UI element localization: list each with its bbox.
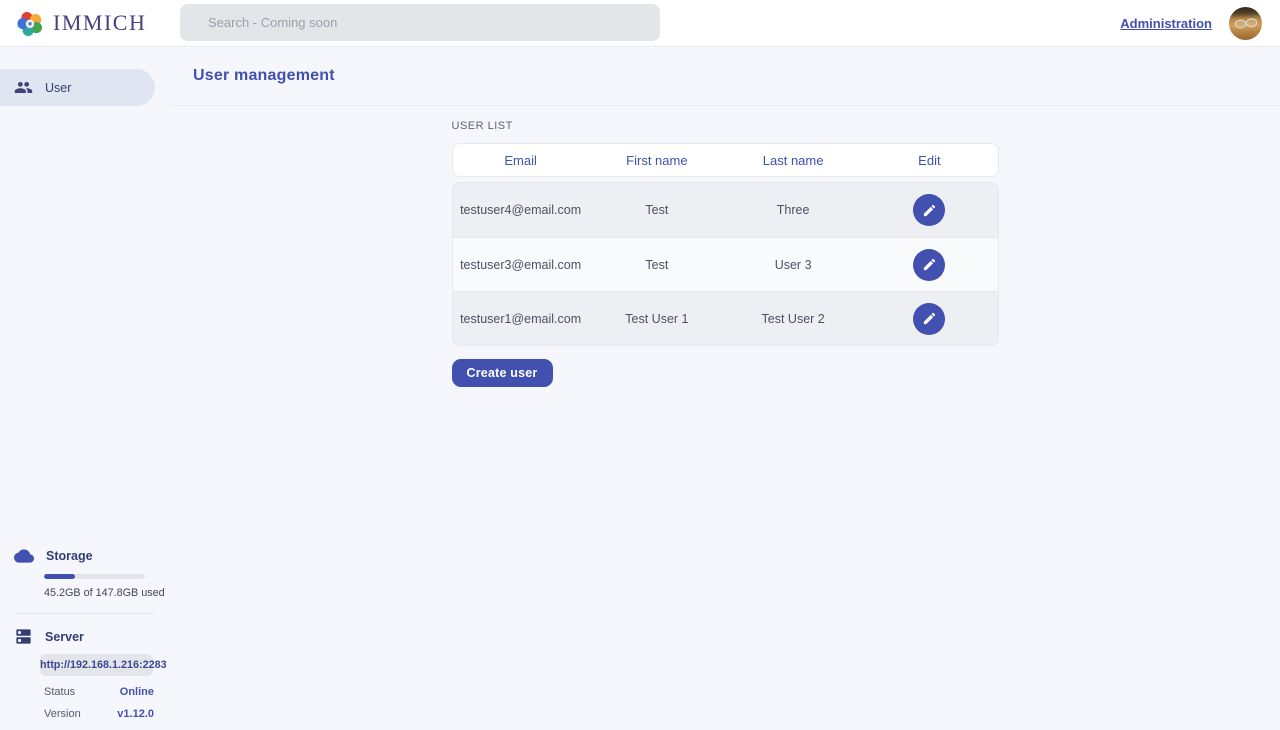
status-value: Online — [120, 686, 154, 698]
storage-section-header: Storage — [0, 546, 170, 566]
storage-progress-bar — [44, 574, 145, 579]
version-value: v1.12.0 — [117, 708, 154, 720]
users-icon — [14, 78, 33, 97]
storage-progress-fill — [44, 574, 75, 579]
user-avatar[interactable] — [1229, 7, 1262, 40]
pencil-icon — [922, 203, 937, 218]
sidebar: User Storage 45.2GB of 147.8GB used Serv… — [0, 47, 170, 730]
user-table: testuser4@email.com Test Three testuser3… — [452, 182, 999, 346]
sidebar-divider — [14, 613, 155, 614]
server-url-chip: http://192.168.1.216:2283 — [40, 654, 153, 676]
edit-user-button[interactable] — [913, 249, 945, 281]
user-list-label: USER LIST — [452, 120, 999, 132]
cell-email: testuser4@email.com — [453, 203, 589, 217]
pencil-icon — [922, 311, 937, 326]
col-header-email: Email — [453, 153, 589, 168]
administration-link[interactable]: Administration — [1120, 16, 1212, 31]
cell-last-name: User 3 — [725, 258, 861, 272]
server-title: Server — [45, 630, 84, 644]
top-bar: IMMICH Administration — [0, 0, 1280, 47]
server-icon — [14, 627, 33, 646]
main-content: User management USER LIST Email First na… — [170, 47, 1280, 730]
cell-email: testuser1@email.com — [453, 312, 589, 326]
brand[interactable]: IMMICH — [0, 10, 146, 37]
sidebar-item-user[interactable]: User — [0, 69, 155, 106]
col-header-first-name: First name — [589, 153, 725, 168]
immich-logo-icon — [17, 10, 44, 37]
table-row: testuser3@email.com Test User 3 — [453, 237, 998, 291]
cloud-icon — [14, 546, 34, 566]
pencil-icon — [922, 257, 937, 272]
col-header-last-name: Last name — [725, 153, 861, 168]
cell-first-name: Test — [589, 203, 725, 217]
server-section-header: Server — [0, 627, 170, 646]
table-header-row: Email First name Last name Edit — [452, 143, 999, 177]
brand-name: IMMICH — [53, 10, 146, 36]
cell-first-name: Test — [589, 258, 725, 272]
status-label: Status — [44, 686, 75, 698]
table-row: testuser1@email.com Test User 1 Test Use… — [453, 291, 998, 345]
storage-used-text: 45.2GB of 147.8GB used — [44, 587, 170, 599]
cell-first-name: Test User 1 — [589, 312, 725, 326]
storage-title: Storage — [46, 549, 93, 563]
edit-user-button[interactable] — [913, 194, 945, 226]
server-status-row: Status Online — [44, 686, 154, 698]
page-title: User management — [193, 67, 335, 85]
sidebar-status-panel: Storage 45.2GB of 147.8GB used Server ht… — [0, 546, 170, 720]
version-label: Version — [44, 708, 81, 720]
page-header: User management — [170, 47, 1280, 106]
cell-email: testuser3@email.com — [453, 258, 589, 272]
cell-last-name: Three — [725, 203, 861, 217]
create-user-button[interactable]: Create user — [452, 359, 553, 387]
sidebar-item-label: User — [45, 81, 71, 95]
cell-last-name: Test User 2 — [725, 312, 861, 326]
edit-user-button[interactable] — [913, 303, 945, 335]
server-version-row: Version v1.12.0 — [44, 708, 154, 720]
search-input[interactable] — [180, 4, 660, 41]
table-row: testuser4@email.com Test Three — [453, 183, 998, 237]
search-bar[interactable] — [180, 4, 660, 41]
col-header-edit: Edit — [861, 153, 997, 168]
